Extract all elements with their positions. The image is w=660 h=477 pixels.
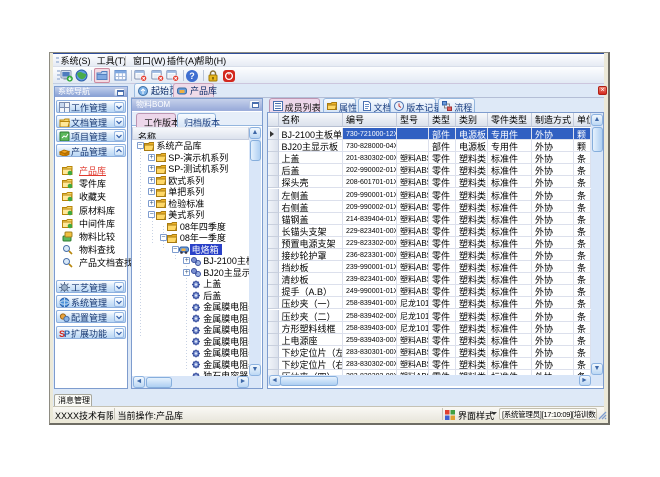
svg-text:?: ? [190,71,196,81]
svg-text:P: P [64,329,70,339]
